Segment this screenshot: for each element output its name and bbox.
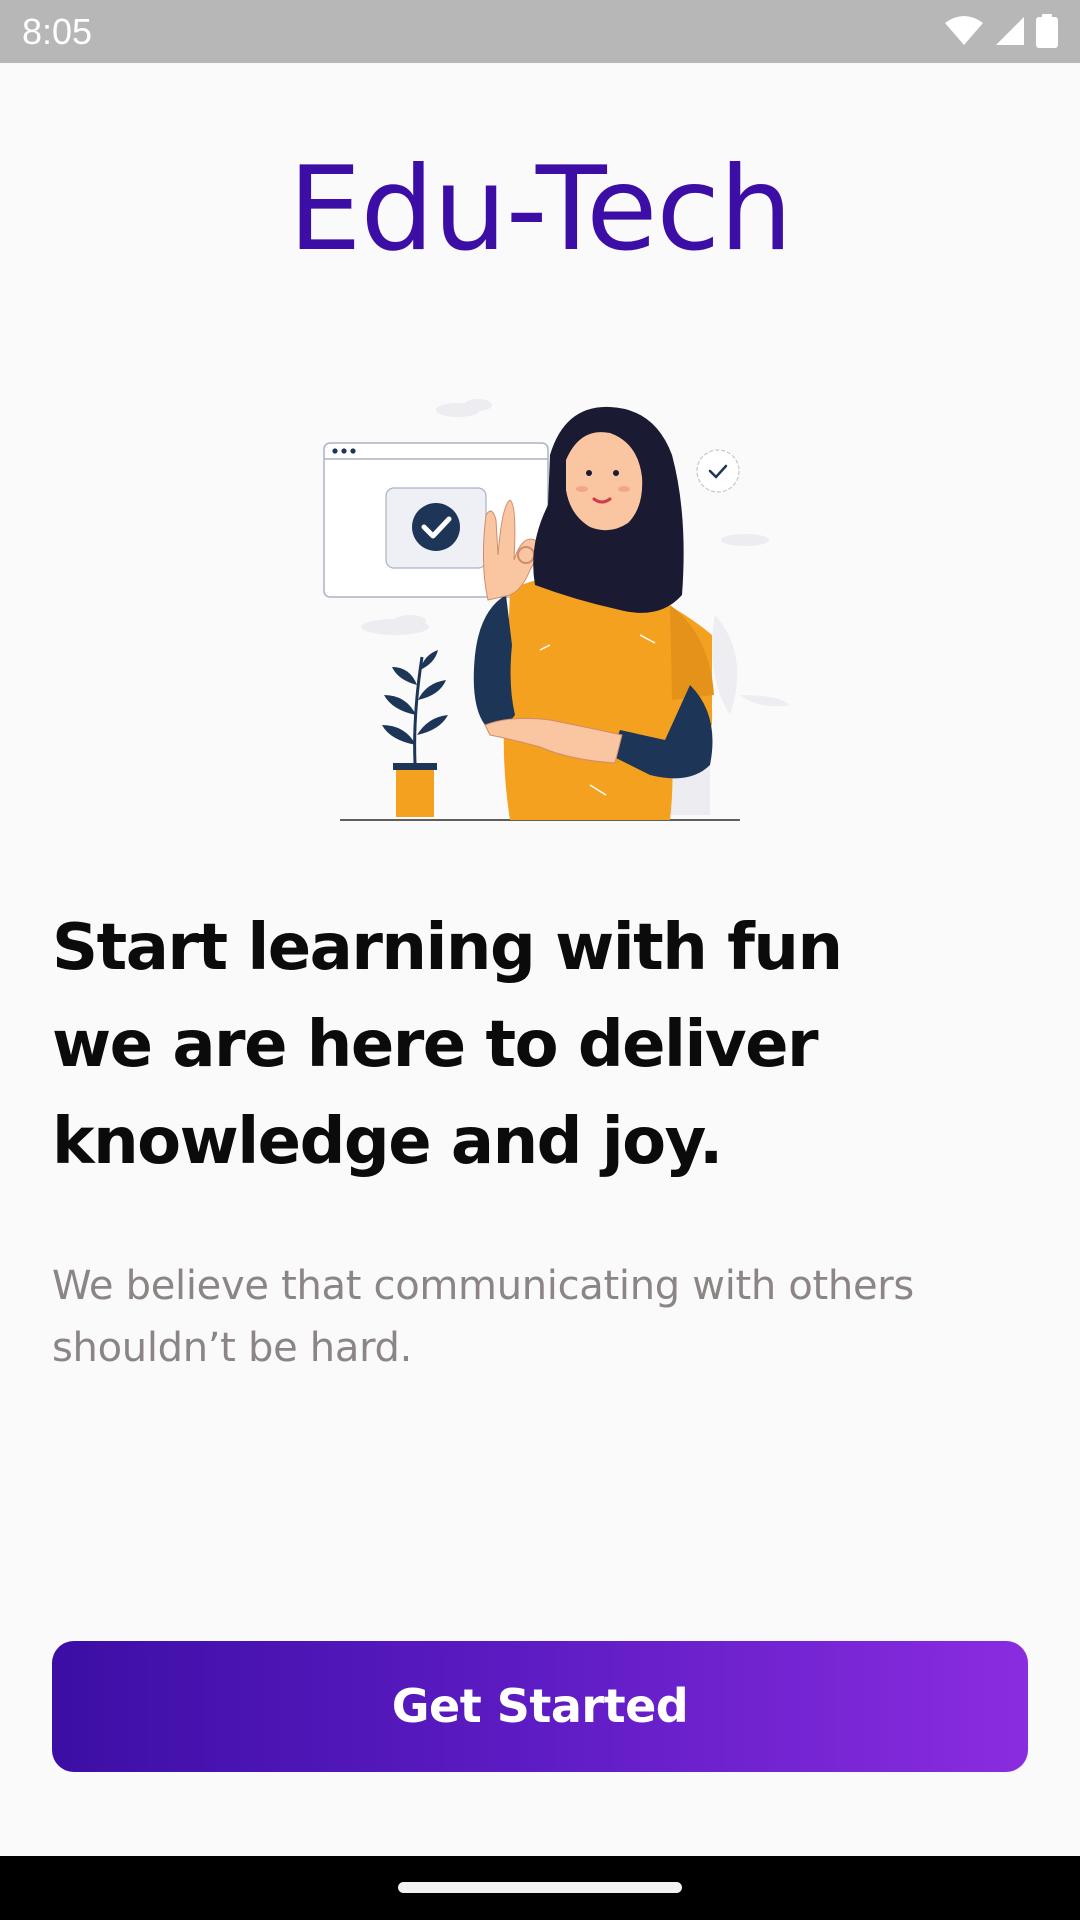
headline-line: we are here to deliver: [52, 1008, 819, 1082]
home-indicator[interactable]: [398, 1882, 682, 1893]
subtext-line: shouldn’t be hard.: [52, 1325, 413, 1371]
wifi-icon: [944, 15, 984, 47]
onboarding-screen: 8:05 Edu-Tech Start learning with fun we…: [0, 0, 1080, 1920]
status-icons: [944, 14, 1058, 48]
headline-line: Start learning with fun: [52, 911, 843, 985]
woman-ok-gesture-illustration: [310, 395, 800, 830]
subtext-line: We believe that communicating with other…: [52, 1263, 914, 1309]
status-time: 8:05: [22, 11, 93, 52]
app-title: Edu-Tech: [288, 142, 792, 277]
get-started-button[interactable]: Get Started: [52, 1641, 1028, 1772]
headline-line: knowledge and joy.: [52, 1105, 723, 1179]
subtext: We believe that communicating with other…: [52, 1255, 1012, 1379]
status-bar: 8:05: [0, 0, 1080, 63]
battery-icon: [1036, 14, 1058, 48]
cell-signal-icon: [994, 15, 1026, 47]
headline: Start learning with fun we are here to d…: [52, 900, 1012, 1191]
